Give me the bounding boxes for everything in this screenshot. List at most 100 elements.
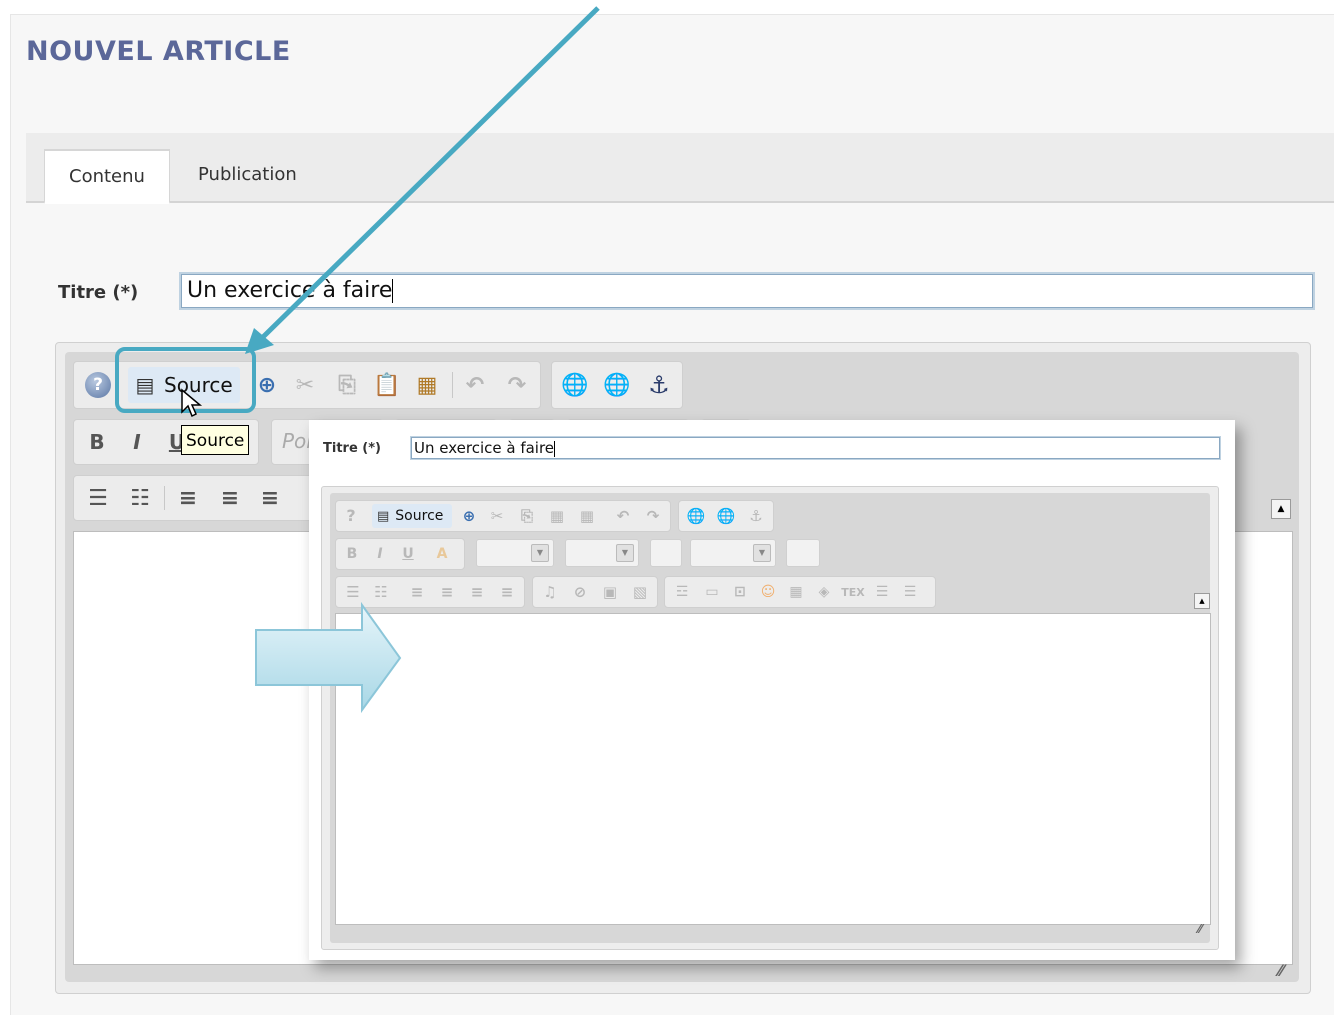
cube-icon: ◈ [818,584,830,600]
inset-title-input[interactable]: Un exercice à faire [410,436,1221,460]
inset-help-icon: ? [346,505,356,525]
inset-redo-button[interactable]: ↷ [642,505,664,527]
inset-source-button[interactable]: ▤ Source [372,504,452,528]
inset-remove-format-button[interactable]: ☲ [671,581,693,603]
inset-video-button[interactable]: ▧ [629,581,651,603]
inset-toolbar-collapse-button[interactable]: ▲ [1194,593,1210,609]
inset-screenshot: Titre (*) Un exercice à faire ? ▤ Source… [309,420,1235,960]
inset-align-left-icon: ≡ [410,583,424,601]
chevron-down-icon: ▼ [753,544,771,562]
smiley-icon: ☺ [760,584,776,600]
tab-publication[interactable]: Publication [174,149,321,201]
inset-smiley-button[interactable]: ☺ [757,581,779,603]
inset-outdent-button[interactable]: ☰ [871,581,893,603]
toolbar-separator [452,372,453,398]
inset-align-right-icon: ≡ [470,583,484,601]
inset-flash-button[interactable]: ⊘ [569,581,591,603]
inset-undo-button[interactable]: ↶ [612,505,634,527]
inset-tex-button[interactable]: TEX [841,581,865,603]
inset-resize-grip-button[interactable]: ⁄⁄ [1192,921,1208,937]
inset-cut-icon: ✂ [490,507,504,525]
link-button[interactable]: 🌐 [560,370,590,400]
italic-button[interactable]: I [124,428,150,456]
inset-font-color-button[interactable]: A [428,543,456,565]
maximize-button[interactable]: ⊕ [252,370,282,400]
video-icon: ▧ [632,583,648,601]
inset-link-icon: 🌐 [686,507,706,525]
align-right-button[interactable]: ≡ [256,484,284,512]
inset-link-button[interactable]: 🌐 [685,505,707,527]
maximize-icon: ⊕ [257,372,277,398]
bullet-list-button[interactable]: ☷ [126,484,154,512]
inset-toolbar-group-paragraph: ☰ ☷ ≡ ≡ ≡ ≡ [335,576,525,608]
inset-bold-button[interactable]: B [342,543,362,565]
redo-button[interactable]: ↷ [502,370,532,400]
align-center-button[interactable]: ≡ [216,484,244,512]
cut-button[interactable]: ✂ [290,370,320,400]
flash-icon: ⊘ [573,583,587,601]
resize-grip-icon: ⁄⁄ [1278,960,1284,980]
undo-icon: ↶ [465,372,485,398]
redo-icon: ↷ [507,372,527,398]
inset-toolbar-group-links: 🌐 🌐 ⚓ [678,500,774,532]
inset-cut-button[interactable]: ✂ [486,505,508,527]
inset-italic-button[interactable]: I [370,543,390,565]
inset-maximize-button[interactable]: ⊕ [458,505,480,527]
inset-align-center-button[interactable]: ≡ [436,581,458,603]
inset-eraser-button[interactable] [786,539,820,567]
font-color-icon: A [436,546,448,562]
inset-align-left-button[interactable]: ≡ [406,581,428,603]
numbered-list-button[interactable]: ☰ [84,484,112,512]
anchor-button[interactable]: ⚓ [644,370,674,400]
inset-paste-word-button[interactable]: ▦ [576,505,598,527]
paste-word-button[interactable]: ▦ [412,370,442,400]
inset-indent-button[interactable]: ☰ [899,581,921,603]
inset-numbered-list-icon: ☰ [346,583,360,601]
chevron-down-icon: ▼ [616,544,634,562]
inset-title-value: Un exercice à faire [414,439,555,457]
inset-align-right-button[interactable]: ≡ [466,581,488,603]
help-button[interactable]: ? [84,371,112,399]
inset-size-dropdown[interactable]: ▼ [565,539,639,567]
inset-paste-button[interactable]: ▦ [546,505,568,527]
paste-word-icon: ▦ [416,372,438,398]
inset-title-label: Titre (*) [323,441,381,456]
inset-bullet-list-icon: ☷ [374,583,388,601]
inset-anchor-button[interactable]: ⚓ [745,505,767,527]
inset-font-dropdown[interactable]: ▼ [476,539,554,567]
help-icon: ? [85,372,111,398]
inset-audio-button[interactable]: ♫ [539,581,561,603]
inset-source-icon: ▤ [377,508,390,524]
resize-grip-button[interactable]: ⁄⁄ [1271,960,1291,980]
copy-button[interactable]: ⎘ [332,370,362,400]
inset-object-button[interactable]: ◈ [813,581,835,603]
align-left-button[interactable]: ≡ [174,484,202,512]
inset-table-button[interactable]: ▦ [785,581,807,603]
inset-copy-button[interactable]: ⎘ [516,505,538,527]
inset-format-block-button[interactable] [650,539,682,567]
remove-format-icon: ☲ [675,584,689,600]
inset-image-button[interactable]: ▣ [599,581,621,603]
latex-icon: TEX [841,585,865,599]
inset-text-cursor [554,440,556,457]
inset-help-button[interactable]: ? [341,505,361,525]
inset-underline-button[interactable]: U [398,543,418,565]
inset-style-dropdown[interactable]: ▼ [690,539,776,567]
inset-frame-button[interactable]: ▭ [701,581,723,603]
inset-bullet-list-button[interactable]: ☷ [370,581,392,603]
unlink-icon: 🌐 [603,372,631,398]
inset-unlink-button[interactable]: 🌐 [715,505,737,527]
tab-contenu[interactable]: Contenu [44,149,170,204]
inset-editor-content-area[interactable] [335,613,1211,925]
toolbar-collapse-button[interactable]: ▲ [1271,499,1291,519]
inset-justify-button[interactable]: ≡ [496,581,518,603]
bold-button[interactable]: B [84,428,110,456]
unlink-button[interactable]: 🌐 [602,370,632,400]
title-input[interactable]: Un exercice à faire [179,272,1315,310]
inset-copy-icon: ⎘ [520,507,533,525]
inset-numbered-list-button[interactable]: ☰ [342,581,364,603]
paste-button[interactable]: 📋 [372,370,402,400]
undo-button[interactable]: ↶ [460,370,490,400]
link-icon: 🌐 [561,372,589,398]
inset-lock-button[interactable]: ⊡ [729,581,751,603]
